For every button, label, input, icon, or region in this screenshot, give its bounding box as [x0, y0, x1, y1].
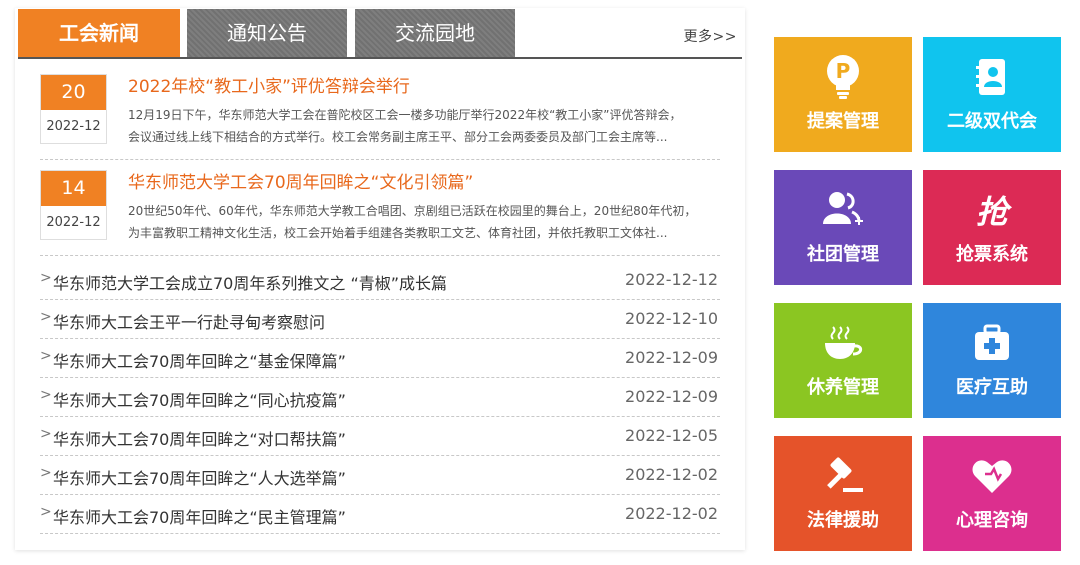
- tab-exchange[interactable]: 交流园地: [355, 9, 515, 57]
- tab-underline: [18, 57, 742, 59]
- tile-ticket-grab-system[interactable]: 抢 抢票系统: [923, 170, 1061, 285]
- featured-title-link[interactable]: 华东师范大学工会70周年回眸之“文化引领篇”: [128, 168, 473, 193]
- contact-book-icon: [923, 55, 1061, 99]
- news-title-link[interactable]: 华东师范大学工会成立70周年系列推文之 “青椒”成长篇: [53, 270, 447, 294]
- news-list-item[interactable]: > 华东师大工会王平一行赴寻甸考察慰问 2022-12-10: [40, 300, 720, 339]
- news-list-item[interactable]: > 华东师范大学工会成立70周年系列推文之 “青椒”成长篇 2022-12-12: [40, 261, 720, 300]
- news-list: > 华东师范大学工会成立70周年系列推文之 “青椒”成长篇 2022-12-12…: [40, 261, 720, 534]
- tile-label: 提案管理: [807, 111, 879, 132]
- chevron-right-icon: >: [40, 504, 52, 520]
- chevron-right-icon: >: [40, 270, 52, 286]
- featured-summary: 20世纪50年代、60年代，华东师范大学教工合唱团、京剧组已活跃在校园里的舞台上…: [128, 200, 718, 244]
- tile-proposal-management[interactable]: P 提案管理: [774, 37, 912, 152]
- gavel-icon: [774, 454, 912, 498]
- tab-bar: 工会新闻 通知公告 交流园地 更多>>: [15, 8, 745, 59]
- news-title-link[interactable]: 华东师大工会王平一行赴寻甸考察慰问: [53, 309, 325, 333]
- news-title-link[interactable]: 华东师大工会70周年回眸之“基金保障篇”: [53, 348, 346, 372]
- date-day: 20: [41, 75, 106, 110]
- featured-summary: 12月19日下午，华东师范大学工会在普陀校区工会一楼多功能厅举行2022年校“教…: [128, 104, 718, 148]
- chevron-right-icon: >: [40, 348, 52, 364]
- news-list-item[interactable]: > 华东师大工会70周年回眸之“民主管理篇” 2022-12-02: [40, 495, 720, 534]
- news-list-item[interactable]: > 华东师大工会70周年回眸之“对口帮扶篇” 2022-12-05: [40, 417, 720, 456]
- tile-label: 心理咨询: [956, 510, 1028, 531]
- tile-psychological-counseling[interactable]: 心理咨询: [923, 436, 1061, 551]
- date-badge: 20 2022-12: [40, 74, 107, 144]
- tile-label: 休养管理: [807, 377, 879, 398]
- chevron-right-icon: >: [40, 387, 52, 403]
- date-badge: 14 2022-12: [40, 170, 107, 240]
- news-title-link[interactable]: 华东师大工会70周年回眸之“民主管理篇”: [53, 504, 346, 528]
- date-year-month: 2022-12: [46, 119, 101, 134]
- tile-medical-mutual-aid[interactable]: 医疗互助: [923, 303, 1061, 418]
- featured-summary-line: 12月19日下午，华东师范大学工会在普陀校区工会一楼多功能厅举行2022年校“教…: [128, 108, 682, 122]
- tile-label: 二级双代会: [947, 111, 1037, 132]
- medical-kit-icon: [923, 321, 1061, 365]
- featured-article: 14 2022-12 华东师范大学工会70周年回眸之“文化引领篇” 20世纪50…: [40, 166, 720, 256]
- grab-ticket-icon: 抢: [923, 188, 1061, 232]
- tile-label: 医疗互助: [956, 377, 1028, 398]
- featured-summary-line: 会议通过线上线下相结合的方式举行。校工会常务副主席王平、部分工会两委委员及部门工…: [128, 130, 668, 144]
- more-link[interactable]: 更多>>: [684, 26, 737, 46]
- tile-two-level-congress[interactable]: 二级双代会: [923, 37, 1061, 152]
- tab-union-news[interactable]: 工会新闻: [18, 9, 180, 57]
- group-add-icon: [774, 188, 912, 232]
- tile-club-management[interactable]: 社团管理: [774, 170, 912, 285]
- tab-notices[interactable]: 通知公告: [187, 9, 347, 57]
- date-year-month: 2022-12: [46, 215, 101, 230]
- news-date: 2022-12-02: [625, 465, 718, 484]
- news-title-link[interactable]: 华东师大工会70周年回眸之“人大选举篇”: [53, 465, 346, 489]
- news-title-link[interactable]: 华东师大工会70周年回眸之“对口帮扶篇”: [53, 426, 346, 450]
- featured-article: 20 2022-12 2022年校“教工小家”评优答辩会举行 12月19日下午，…: [40, 70, 720, 160]
- tile-recuperation-management[interactable]: 休养管理: [774, 303, 912, 418]
- chevron-right-icon: >: [40, 465, 52, 481]
- featured-summary-line: 为丰富教职工精神文化生活，校工会开始着手组建各类教职工文艺、体育社团，并依托教职…: [128, 226, 668, 240]
- proposal-bulb-icon: P: [774, 55, 912, 99]
- tile-icon-glyph: P: [836, 59, 851, 83]
- chevron-right-icon: >: [40, 426, 52, 442]
- tile-legal-aid[interactable]: 法律援助: [774, 436, 912, 551]
- news-panel: 工会新闻 通知公告 交流园地 更多>> 20 2022-12 2022年校“教工…: [15, 8, 745, 550]
- news-list-item[interactable]: > 华东师大工会70周年回眸之“基金保障篇” 2022-12-09: [40, 339, 720, 378]
- tile-icon-glyph: 抢: [975, 193, 1008, 231]
- featured-title-link[interactable]: 2022年校“教工小家”评优答辩会举行: [128, 72, 410, 97]
- news-date: 2022-12-12: [625, 270, 718, 289]
- coffee-cup-icon: [774, 321, 912, 365]
- news-title-link[interactable]: 华东师大工会70周年回眸之“同心抗疫篇”: [53, 387, 346, 411]
- tile-label: 社团管理: [807, 244, 879, 265]
- tile-label: 法律援助: [807, 510, 879, 531]
- news-date: 2022-12-10: [625, 309, 718, 328]
- news-date: 2022-12-05: [625, 426, 718, 445]
- news-date: 2022-12-09: [625, 387, 718, 406]
- news-date: 2022-12-02: [625, 504, 718, 523]
- news-list-item[interactable]: > 华东师大工会70周年回眸之“人大选举篇” 2022-12-02: [40, 456, 720, 495]
- date-day: 14: [41, 171, 106, 206]
- news-date: 2022-12-09: [625, 348, 718, 367]
- featured-summary-line: 20世纪50年代、60年代，华东师范大学教工合唱团、京剧组已活跃在校园里的舞台上…: [128, 204, 697, 218]
- heart-icon: [923, 454, 1061, 498]
- tile-label: 抢票系统: [956, 244, 1028, 265]
- chevron-right-icon: >: [40, 309, 52, 325]
- news-list-item[interactable]: > 华东师大工会70周年回眸之“同心抗疫篇” 2022-12-09: [40, 378, 720, 417]
